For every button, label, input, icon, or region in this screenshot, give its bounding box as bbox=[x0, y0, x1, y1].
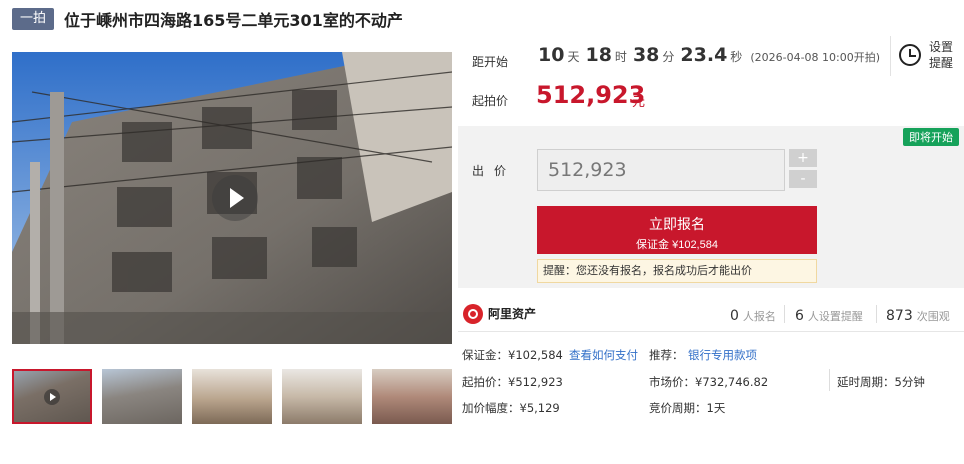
countdown-days-unit: 天 bbox=[567, 50, 580, 64]
how-to-pay-link[interactable]: 查看如何支付 bbox=[569, 347, 638, 363]
bank-payment-link[interactable]: 银行专用款项 bbox=[688, 347, 757, 363]
countdown-days: 10 bbox=[538, 44, 565, 66]
signup-button[interactable]: 立即报名 保证金 ¥102,584 bbox=[537, 206, 817, 254]
reminder-label: 设置 提醒 bbox=[929, 40, 954, 70]
countdown-hours-unit: 时 bbox=[614, 50, 627, 64]
divider bbox=[784, 305, 785, 323]
signup-label: 立即报名 bbox=[649, 216, 705, 232]
auction-round-badge: 一拍 bbox=[12, 8, 55, 30]
platform-stats: 阿里资产 0 人报名 6 人设置提醒 873 次围观 bbox=[458, 296, 964, 332]
start-price-info: 起拍价：¥512,923 bbox=[462, 375, 563, 389]
thumbnail-image[interactable] bbox=[372, 369, 452, 424]
countdown-seconds-unit: 秒 bbox=[730, 50, 743, 64]
reminder-count: 6 人设置提醒 bbox=[795, 308, 863, 324]
bid-panel: 即将开始 出价 512,923 + - 立即报名 保证金 ¥102,584 提醒… bbox=[458, 126, 964, 288]
main-photo[interactable] bbox=[12, 52, 452, 344]
start-time: (2026-04-08 10:00开拍) bbox=[750, 51, 881, 64]
start-price-label: 起拍价 bbox=[472, 94, 509, 108]
signup-deposit: 保证金 ¥102,584 bbox=[636, 239, 718, 251]
thumbnail-image[interactable] bbox=[192, 369, 272, 424]
countdown-seconds: 23.4 bbox=[680, 44, 728, 66]
thumbnail-image[interactable] bbox=[102, 369, 182, 424]
market-price-info: 市场价：¥732,746.82 bbox=[649, 375, 769, 389]
alarm-clock-icon bbox=[899, 44, 921, 66]
countdown-hours: 18 bbox=[585, 44, 612, 66]
status-badge: 即将开始 bbox=[903, 128, 959, 146]
countdown-timer: 10 天 18 时 38 分 23.4 秒 (2026-04-08 10:00开… bbox=[538, 44, 880, 66]
countdown-minutes: 38 bbox=[632, 44, 660, 66]
auction-info: 距开始 10 天 18 时 38 分 23.4 秒 (2026-04-08 10… bbox=[458, 34, 964, 126]
divider bbox=[829, 369, 830, 391]
increase-bid-button[interactable]: + bbox=[789, 149, 817, 167]
play-icon bbox=[44, 389, 60, 405]
start-price: 512,923 bbox=[536, 81, 646, 109]
countdown-label: 距开始 bbox=[472, 55, 509, 69]
thumbnail-video[interactable] bbox=[12, 369, 92, 424]
ali-assets-logo-icon bbox=[463, 304, 483, 324]
increment-info: 加价幅度：¥5,129 bbox=[462, 401, 560, 415]
divider bbox=[876, 305, 877, 323]
bid-label: 出价 bbox=[472, 164, 517, 178]
thumbnail-image[interactable] bbox=[282, 369, 362, 424]
title-row: 一拍 位于嵊州市四海路165号二单元301室的不动产 bbox=[12, 7, 403, 31]
delay-period-info: 延时周期：5分钟 bbox=[837, 375, 925, 389]
play-video-button[interactable] bbox=[212, 175, 258, 221]
deposit-info: 保证金：¥102,584 bbox=[462, 348, 563, 362]
signup-warning: 提醒：您还没有报名，报名成功后才能出价 bbox=[537, 259, 817, 283]
platform-name: 阿里资产 bbox=[488, 307, 537, 321]
view-count: 873 次围观 bbox=[886, 308, 950, 324]
price-unit: 元 bbox=[632, 95, 646, 110]
bid-period-info: 竞价周期：1天 bbox=[649, 401, 726, 415]
recommend-label: 推荐： bbox=[649, 348, 684, 362]
decrease-bid-button[interactable]: - bbox=[789, 170, 817, 188]
page-title: 位于嵊州市四海路165号二单元301室的不动产 bbox=[64, 11, 403, 30]
bid-amount-input[interactable]: 512,923 bbox=[537, 149, 785, 191]
countdown-minutes-unit: 分 bbox=[662, 50, 675, 64]
set-reminder-button[interactable]: 设置 提醒 bbox=[890, 36, 964, 76]
thumbnail-strip bbox=[12, 369, 462, 424]
signup-count: 0 人报名 bbox=[730, 308, 776, 324]
